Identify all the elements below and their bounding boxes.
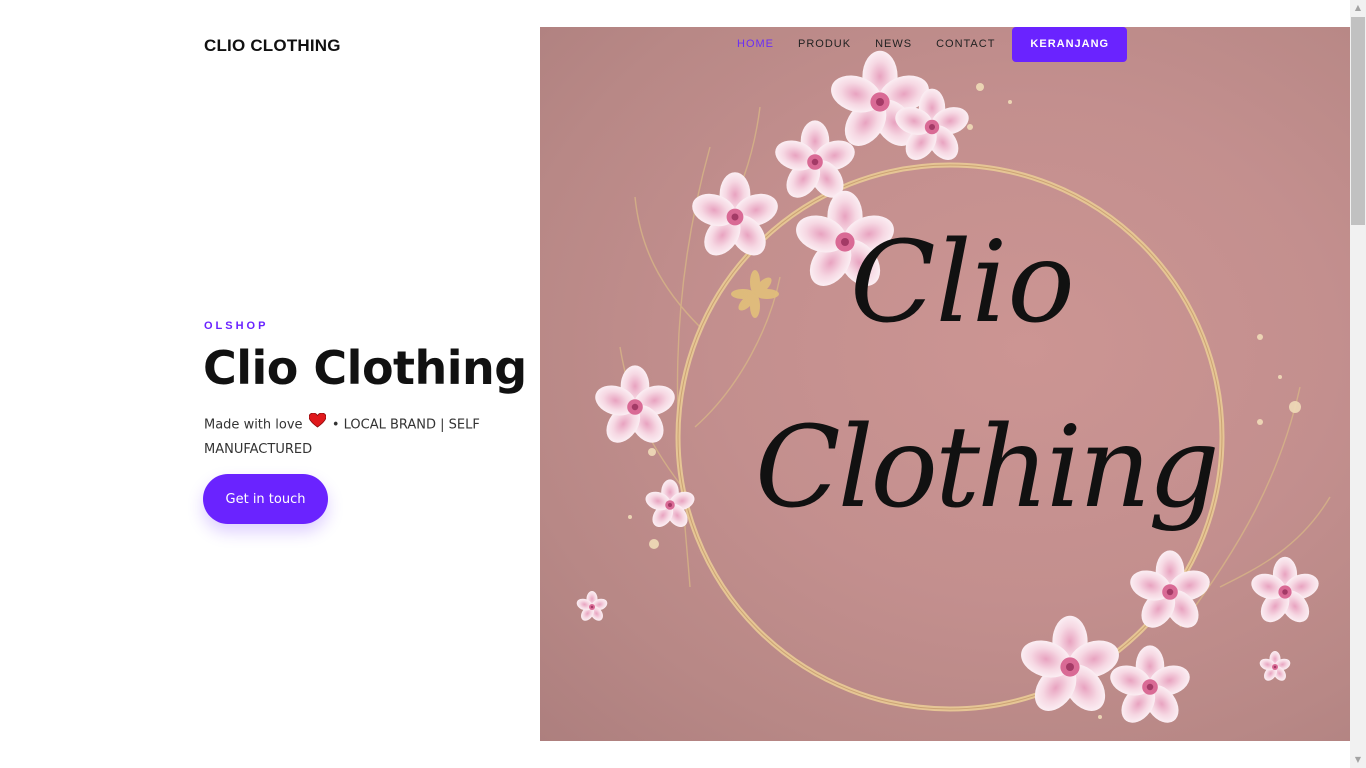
- nav-news[interactable]: NEWS: [863, 27, 924, 62]
- scrollbar-thumb[interactable]: [1351, 17, 1365, 225]
- page-scrollbar[interactable]: ▲ ▼: [1350, 0, 1366, 768]
- logo-script-line2: Clothing: [755, 403, 1220, 533]
- hero-tagline: Made with love • LOCAL BRAND | SELF MANU…: [204, 412, 514, 462]
- hero-title: Clio Clothing: [203, 341, 527, 395]
- heart-icon: [308, 412, 327, 437]
- tagline-prefix: Made with love: [204, 417, 303, 433]
- main-nav: HOME PRODUK NEWS CONTACT KERANJANG: [725, 27, 1128, 62]
- nav-contact[interactable]: CONTACT: [924, 27, 1007, 62]
- brand-logo[interactable]: CLIO CLOTHING: [204, 36, 341, 56]
- logo-script-line1: Clio: [850, 218, 1075, 348]
- clio-logo-artwork: [575, 50, 1331, 730]
- scroll-up-arrow-icon[interactable]: ▲: [1350, 0, 1366, 16]
- scroll-down-arrow-icon[interactable]: ▼: [1350, 752, 1366, 768]
- nav-home[interactable]: HOME: [725, 27, 786, 62]
- hero-eyebrow: OLSHOP: [204, 320, 269, 332]
- get-in-touch-button[interactable]: Get in touch: [203, 474, 328, 524]
- hero-image: Clio Clothing: [540, 27, 1350, 741]
- nav-produk[interactable]: PRODUK: [786, 27, 863, 62]
- cart-button[interactable]: KERANJANG: [1012, 27, 1128, 62]
